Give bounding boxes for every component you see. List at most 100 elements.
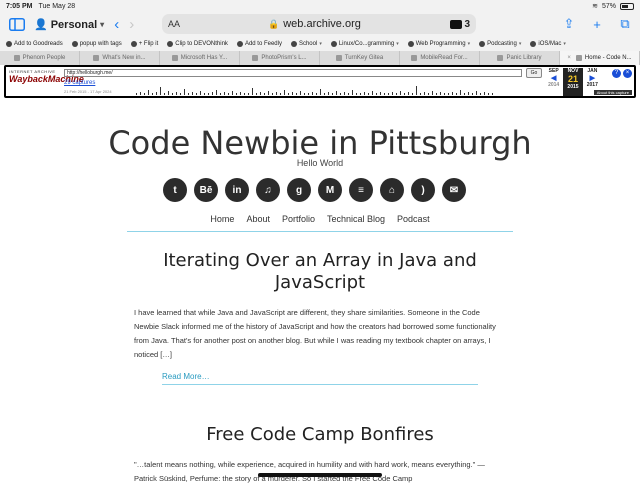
browser-tab[interactable]: What's New in... (80, 51, 160, 65)
stackoverflow-icon[interactable]: ≡ (349, 178, 373, 202)
tab-label: What's New in... (102, 55, 146, 61)
profile-switcher[interactable]: 👤 Personal ▾ (34, 18, 104, 32)
browser-tab[interactable]: Phenom People (0, 51, 80, 65)
browser-tab[interactable]: TurnKey Gitea (320, 51, 400, 65)
wayback-url-input[interactable]: http://helloburgh.me/ (64, 69, 522, 77)
close-icon[interactable]: × (623, 69, 632, 78)
capture-tick (492, 93, 493, 95)
sidebar-toggle-icon[interactable] (8, 16, 26, 34)
folder-icon (479, 41, 486, 47)
github-icon[interactable]: ⌂ (380, 178, 404, 202)
capture-tick (280, 93, 281, 95)
nav-link[interactable]: About (246, 214, 270, 224)
post-title-line2[interactable]: JavaScript (0, 272, 640, 294)
rss-icon[interactable]: ) (411, 178, 435, 202)
capture-tick (460, 90, 461, 95)
goodreads-icon[interactable]: g (287, 178, 311, 202)
capture-tick (168, 91, 169, 95)
help-icon[interactable]: ? (612, 69, 621, 78)
wayback-toolbar: INTERNET ARCHIVE WaybackMachine http://h… (4, 65, 636, 98)
capture-tick (448, 93, 449, 95)
nav-link[interactable]: Portfolio (282, 214, 315, 224)
capture-tick (412, 93, 413, 95)
capture-tick (380, 92, 381, 95)
site-title[interactable]: Code Newbie in Pittsburgh (0, 124, 640, 162)
back-button[interactable]: ‹ (114, 16, 119, 33)
itunes-icon[interactable]: ♫ (256, 178, 280, 202)
post-title-line1[interactable]: Iterating Over an Array in Java and (0, 250, 640, 272)
favicon-icon (171, 55, 178, 61)
twitter-icon[interactable]: t (163, 178, 187, 202)
new-tab-icon[interactable]: + (588, 15, 606, 33)
wayback-prev-month[interactable]: SEP ◀ 2014 (544, 68, 563, 96)
bookmark-item[interactable]: School ▾ (290, 41, 322, 47)
capture-tick (156, 92, 157, 95)
wayback-logo[interactable]: INTERNET ARCHIVE WaybackMachine (9, 69, 84, 93)
tab-label: TurnKey Gitea (344, 55, 384, 61)
next-arrow-icon[interactable]: ▶ (590, 74, 595, 82)
capture-tick (148, 90, 149, 95)
browser-tab[interactable]: PhotoPrism's L... (240, 51, 320, 65)
browser-tab[interactable]: Microsoft Has Y... (160, 51, 240, 65)
browser-tab[interactable]: MobileRead For... (400, 51, 480, 65)
capture-tick (276, 92, 277, 95)
chevron-down-icon: ▾ (319, 41, 322, 47)
capture-tick (396, 93, 397, 95)
prev-arrow-icon[interactable]: ◀ (551, 74, 556, 82)
bookmark-item[interactable]: Web Programming ▾ (407, 41, 471, 47)
bookmark-item[interactable]: Podcasting ▾ (479, 41, 521, 47)
medium-icon[interactable]: M (318, 178, 342, 202)
bookmark-item[interactable]: Linux/Co...gramming ▾ (330, 41, 399, 47)
extensions-button[interactable]: 3 (450, 19, 470, 30)
forward-button[interactable]: › (129, 16, 134, 33)
home-indicator (258, 473, 382, 477)
tab-label: MobileRead For... (420, 55, 468, 61)
post-title[interactable]: Free Code Camp Bonfires (0, 424, 640, 446)
chevron-down-icon: ▾ (467, 41, 471, 47)
tab-overview-icon[interactable]: ⧉ (616, 15, 634, 33)
capture-tick (440, 92, 441, 95)
address-bar[interactable]: AA 🔒 web.archive.org 3 (162, 14, 476, 34)
bookmark-item[interactable]: popup with tags (71, 41, 122, 47)
capture-tick (472, 93, 473, 95)
nav-link[interactable]: Technical Blog (327, 214, 385, 224)
wayback-tools: ? × (612, 69, 632, 78)
capture-tick (324, 93, 325, 95)
bookmark-item[interactable]: Add to Goodreads (6, 41, 63, 47)
web-page: Code Newbie in Pittsburgh Hello World tB… (0, 98, 640, 483)
bookmark-item[interactable]: iOS/Mac ▾ (530, 41, 566, 47)
status-time: 7:05 PM (6, 2, 33, 10)
share-icon[interactable]: ⇪ (560, 15, 578, 33)
bookmark-item[interactable]: + Flip it (130, 41, 158, 47)
wayback-about-link[interactable]: About this capture (593, 90, 632, 95)
nav-link[interactable]: Home (210, 214, 234, 224)
bookmark-item[interactable]: Clip to DEVONthink (167, 41, 228, 47)
wayback-sparkline[interactable] (136, 79, 540, 95)
bookmarklet-icon (236, 41, 243, 47)
capture-tick (420, 93, 421, 95)
folder-icon (530, 41, 537, 47)
social-icons: t Bē in ♫ g M ≡ ⌂) ✉ (163, 178, 466, 202)
capture-tick (244, 93, 245, 95)
capture-tick (228, 93, 229, 95)
bookmark-label: iOS/Mac (538, 41, 562, 47)
post-excerpt: "…talent means nothing, while experience… (134, 460, 485, 483)
status-right: ≋ 57% (592, 2, 634, 10)
behance-icon[interactable]: Bē (194, 178, 218, 202)
close-tab-icon[interactable]: × (567, 55, 571, 61)
wayback-go-button[interactable]: Go (526, 68, 542, 78)
browser-tab[interactable]: Panic Library (480, 51, 560, 65)
email-icon[interactable]: ✉ (442, 178, 466, 202)
nav-link[interactable]: Podcast (397, 214, 430, 224)
browser-tab[interactable]: × Home - Code N... (560, 51, 640, 65)
capture-tick (456, 93, 457, 95)
reader-aa-button[interactable]: AA (168, 19, 180, 29)
linkedin-icon[interactable]: in (225, 178, 249, 202)
read-more-link[interactable]: Read More… (162, 372, 210, 381)
bookmark-item[interactable]: Add to Feedly (236, 41, 282, 47)
bookmark-label: Add to Goodreads (14, 41, 63, 47)
browser-toolbar: 👤 Personal ▾ ‹ › AA 🔒 web.archive.org 3 … (0, 12, 640, 37)
cal-year: 2017 (586, 82, 598, 88)
wayback-captures-link[interactable]: 29 captures (64, 80, 95, 86)
capture-tick (480, 93, 481, 95)
